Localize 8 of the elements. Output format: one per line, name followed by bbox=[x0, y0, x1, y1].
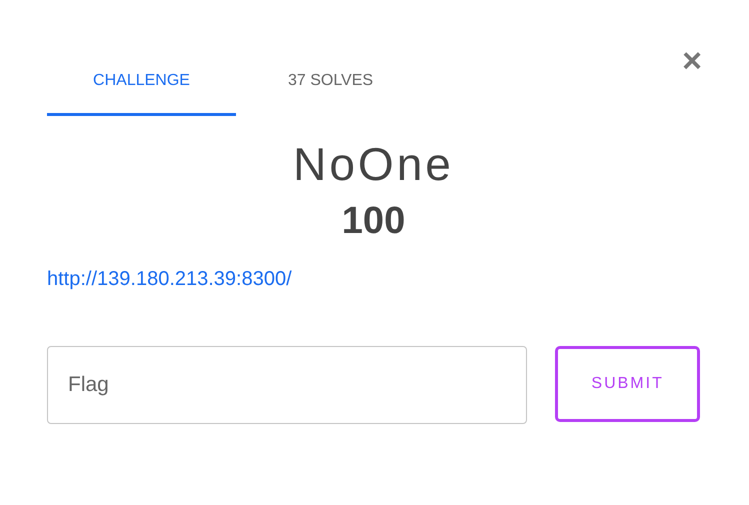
flag-input-field[interactable]: Flag bbox=[47, 346, 528, 424]
submit-button[interactable]: SUBMIT bbox=[555, 346, 700, 422]
challenge-link[interactable]: http://139.180.213.39:8300/ bbox=[47, 266, 292, 292]
tab[interactable]: CHALLENGE bbox=[47, 48, 236, 116]
close-button[interactable]: × bbox=[682, 44, 702, 78]
challenge-name: NoOne bbox=[293, 137, 454, 192]
challenge-points: 100 bbox=[342, 199, 406, 244]
tab[interactable]: 37 SOLVES bbox=[236, 48, 425, 116]
